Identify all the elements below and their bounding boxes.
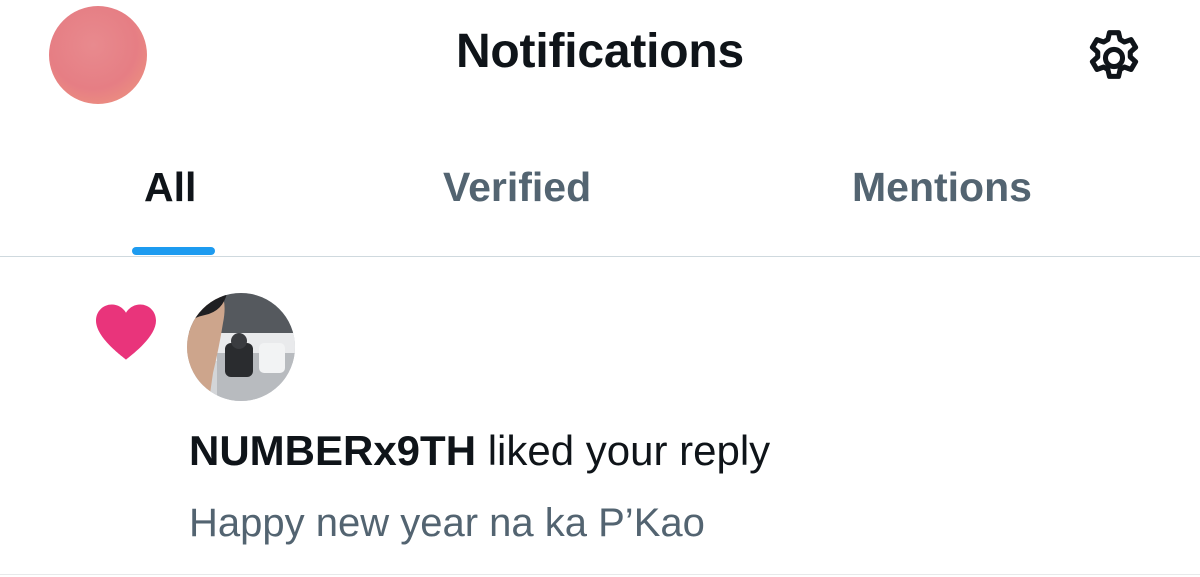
settings-button[interactable] xyxy=(1080,24,1148,92)
gear-icon xyxy=(1089,30,1139,79)
notification-item[interactable]: NUMBERx9TH liked your reply Happy new ye… xyxy=(0,257,1200,575)
avatar-photo xyxy=(187,293,295,401)
actor-avatar[interactable] xyxy=(187,293,295,401)
notifications-screen: Notifications All Verified Mentions NUMB… xyxy=(0,0,1200,577)
active-tab-indicator xyxy=(132,247,215,255)
reply-snippet: Happy new year na ka P’Kao xyxy=(189,501,705,545)
heart-icon xyxy=(96,304,156,360)
notification-tabs: All Verified Mentions xyxy=(0,150,1200,258)
tab-verified[interactable]: Verified xyxy=(443,164,591,211)
notification-text: NUMBERx9TH liked your reply xyxy=(189,427,770,475)
tab-all[interactable]: All xyxy=(144,164,196,211)
actor-name[interactable]: NUMBERx9TH xyxy=(189,427,476,474)
notification-divider xyxy=(0,574,1200,575)
page-title: Notifications xyxy=(455,25,745,78)
tab-mentions[interactable]: Mentions xyxy=(852,164,1032,211)
notification-action: liked your reply xyxy=(476,427,771,474)
